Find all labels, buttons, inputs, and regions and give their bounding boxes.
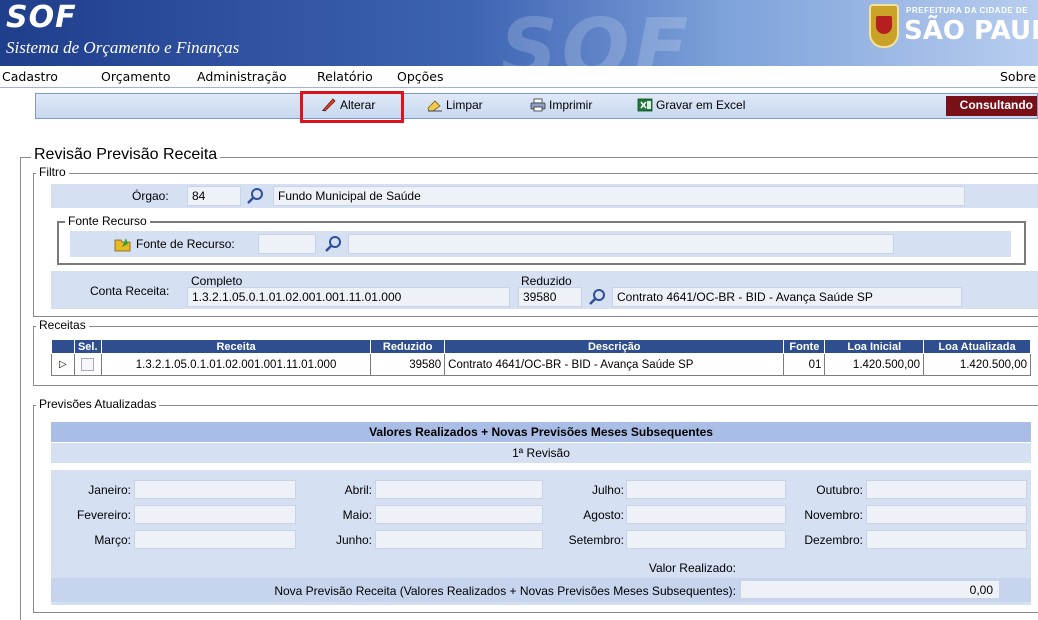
orgao-label: Órgao: <box>132 189 169 203</box>
junho-field[interactable] <box>375 530 543 549</box>
outubro-field[interactable] <box>866 480 1027 499</box>
previsoes-header: Valores Realizados + Novas Previsões Mes… <box>51 422 1031 442</box>
row-indicator-header <box>51 339 75 354</box>
col-fonte[interactable]: Fonte <box>783 339 826 354</box>
reduzido-label: Reduzido <box>521 274 572 288</box>
gravar-excel-button[interactable]: Gravar em Excel <box>637 98 745 112</box>
menu-relatorio[interactable]: Relatório <box>317 69 373 84</box>
imprimir-label: Imprimir <box>549 98 593 112</box>
cell-reduzido: 39580 <box>370 353 446 376</box>
valor-realizado-label: Valor Realizado: <box>648 561 736 575</box>
table-row[interactable]: ▷ 1.3.2.1.05.0.1.01.02.001.001.11.01.000… <box>51 353 1031 376</box>
header-watermark: SOF <box>500 2 693 66</box>
janeiro-label: Janeiro: <box>88 483 131 497</box>
excel-icon <box>637 98 653 112</box>
cell-descricao: Contrato 4641/OC-BR - BID - Avança Saúde… <box>444 353 785 376</box>
limpar-label: Limpar <box>446 98 483 112</box>
conta-receita-row: Conta Receita: Completo 1.3.2.1.05.0.1.0… <box>51 271 1038 309</box>
novembro-field[interactable] <box>866 505 1027 524</box>
outubro-label: Outubro: <box>816 483 863 497</box>
menu-orcamento[interactable]: Orçamento <box>101 69 171 84</box>
fonte-recurso-row: Fonte de Recurso: <box>70 231 1011 257</box>
status-badge: Consultando <box>945 96 1037 116</box>
maio-label: Maio: <box>342 508 372 522</box>
dezembro-field[interactable] <box>866 530 1027 549</box>
orgao-name-field: Fundo Municipal de Saúde <box>273 186 965 206</box>
row-pointer-icon: ▷ <box>51 353 75 376</box>
completo-field[interactable]: 1.3.2.1.05.0.1.01.02.001.001.11.01.000 <box>187 287 510 307</box>
reduzido-desc-field: Contrato 4641/OC-BR - BID - Avança Saúde… <box>612 287 962 307</box>
nova-previsao-field[interactable]: 0,00 <box>740 580 1000 599</box>
orgao-row: Órgao: 84 Fundo Municipal de Saúde <box>51 184 1038 208</box>
city-line2: SÃO PAULO <box>904 16 1038 46</box>
abril-label: Abril: <box>344 483 372 497</box>
fevereiro-label: Fevereiro: <box>76 508 131 522</box>
row-select-checkbox[interactable] <box>73 353 102 376</box>
menu-administracao[interactable]: Administração <box>197 69 287 84</box>
fonte-code-field[interactable] <box>258 234 316 254</box>
alterar-highlight <box>300 91 404 123</box>
cell-loa-inicial: 1.420.500,00 <box>824 353 925 376</box>
marco-label: Março: <box>94 533 131 547</box>
janeiro-field[interactable] <box>134 480 296 499</box>
setembro-field[interactable] <box>626 530 786 549</box>
dezembro-label: Dezembro: <box>804 533 863 547</box>
city-crest-icon <box>869 4 899 48</box>
abril-field[interactable] <box>375 480 543 499</box>
nova-previsao-label: Nova Previsão Receita (Valores Realizado… <box>274 584 736 598</box>
col-receita[interactable]: Receita <box>100 339 372 354</box>
search-icon[interactable] <box>246 187 264 205</box>
toolbar: Alterar Limpar Imprimir Gravar em Excel … <box>35 93 1038 119</box>
filtro-legend: Filtro <box>36 165 69 179</box>
eraser-icon <box>427 100 442 112</box>
cell-fonte: 01 <box>783 353 826 376</box>
julho-field[interactable] <box>626 480 786 499</box>
printer-icon <box>530 98 546 112</box>
reduzido-field[interactable]: 39580 <box>518 287 582 307</box>
fonte-recurso-legend: Fonte Recurso <box>65 214 150 228</box>
imprimir-button[interactable]: Imprimir <box>530 98 592 112</box>
completo-label: Completo <box>191 274 243 288</box>
search-icon[interactable] <box>588 288 606 306</box>
fonte-recurso-label: Fonte de Recurso: <box>136 237 235 251</box>
orgao-code-field[interactable]: 84 <box>187 186 241 206</box>
cell-receita: 1.3.2.1.05.0.1.01.02.001.001.11.01.000 <box>100 353 372 376</box>
col-loa-inicial[interactable]: Loa Inicial <box>824 339 925 354</box>
search-icon[interactable] <box>324 235 342 253</box>
setembro-label: Setembro: <box>568 533 624 547</box>
revisao-label: 1ª Revisão <box>51 443 1031 463</box>
menu-bar: Cadastro Orçamento Administração Relatór… <box>0 66 1038 88</box>
limpar-button[interactable]: Limpar <box>427 98 483 112</box>
agosto-field[interactable] <box>626 505 786 524</box>
receitas-legend: Receitas <box>36 318 89 332</box>
fonte-name-field <box>348 234 894 254</box>
page-title: Revisão Previsão Receita <box>31 146 221 164</box>
junho-label: Junho: <box>335 533 372 547</box>
cell-loa-atualizada: 1.420.500,00 <box>923 353 1031 376</box>
maio-field[interactable] <box>375 505 543 524</box>
menu-cadastro[interactable]: Cadastro <box>2 69 58 84</box>
novembro-label: Novembro: <box>804 508 863 522</box>
previsoes-legend: Previsões Atualizadas <box>36 397 160 411</box>
city-line1: PREFEITURA DA CIDADE DE <box>906 6 1029 15</box>
table-header-row: Sel. Receita Reduzido Descrição Fonte Lo… <box>51 339 1031 354</box>
col-loa-atualizada[interactable]: Loa Atualizada <box>923 339 1031 354</box>
julho-label: Julho: <box>591 483 624 497</box>
col-reduzido[interactable]: Reduzido <box>370 339 446 354</box>
agosto-label: Agosto: <box>583 508 624 522</box>
fevereiro-field[interactable] <box>134 505 296 524</box>
col-sel[interactable]: Sel. <box>73 339 102 354</box>
gravar-excel-label: Gravar em Excel <box>656 98 746 112</box>
conta-receita-label: Conta Receita: <box>90 284 170 298</box>
folder-icon <box>114 238 131 252</box>
app-header: SOF SOF Sistema de Orçamento e Finanças … <box>0 0 1038 66</box>
menu-sobre[interactable]: Sobre <box>1000 69 1036 84</box>
menu-opcoes[interactable]: Opções <box>397 69 444 84</box>
app-name: Sistema de Orçamento e Finanças <box>6 38 240 57</box>
receitas-table: Sel. Receita Reduzido Descrição Fonte Lo… <box>51 339 1031 376</box>
col-descricao[interactable]: Descrição <box>444 339 785 354</box>
app-logo: SOF <box>6 0 77 35</box>
marco-field[interactable] <box>134 530 296 549</box>
